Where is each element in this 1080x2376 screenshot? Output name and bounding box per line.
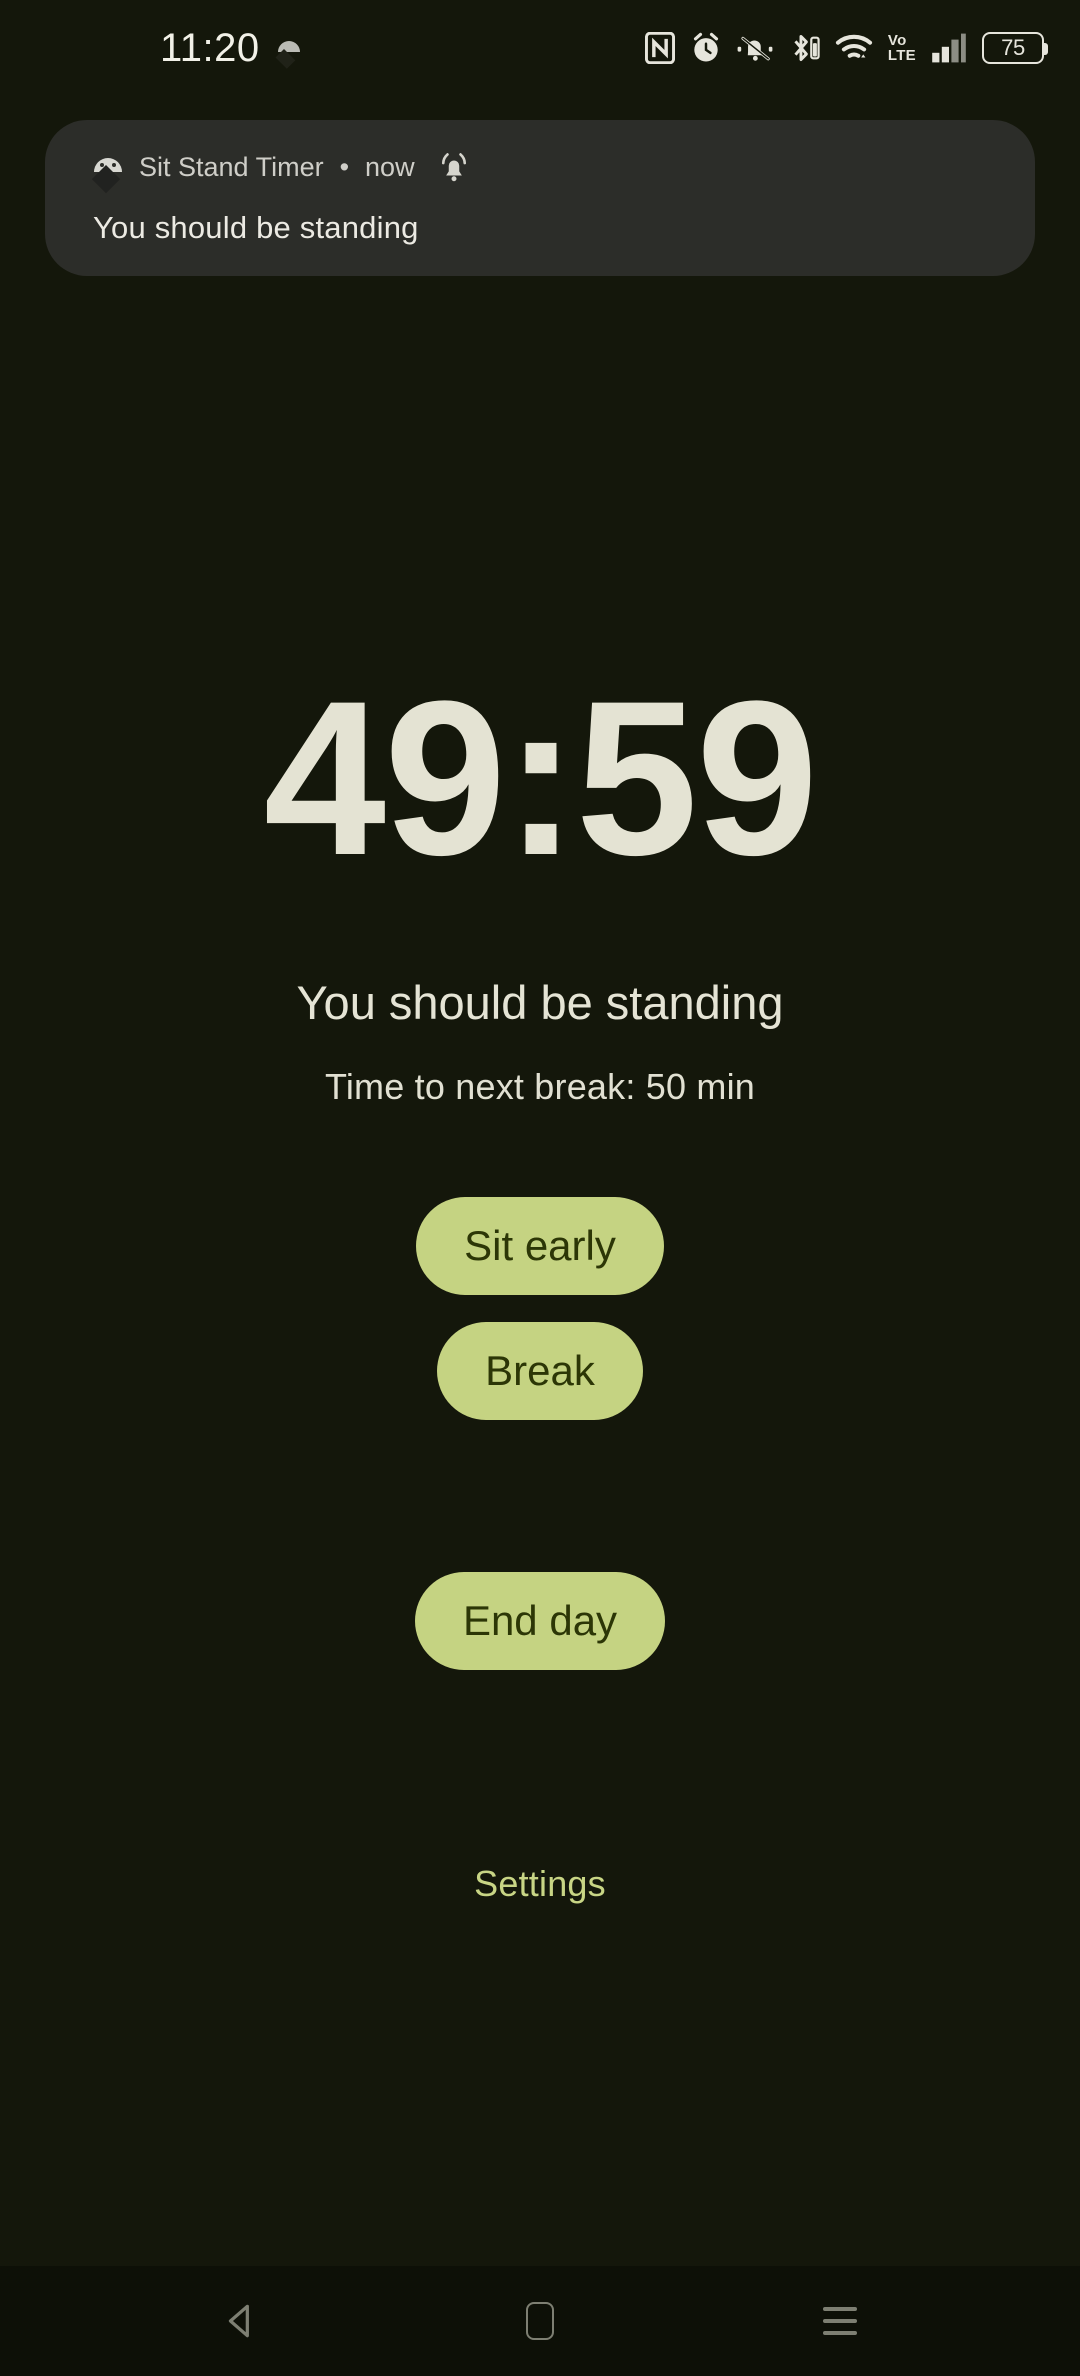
wifi-icon [835, 34, 872, 58]
nav-back-button[interactable] [180, 2266, 300, 2376]
volte-icon: Vo LTE [888, 33, 916, 63]
status-clock: 11:20 [160, 25, 260, 70]
notification-app-name: Sit Stand Timer [139, 151, 324, 182]
notification-time: now [365, 151, 415, 182]
phone-screen: 11:20 Vo LTE 75 Sit Stand Timer • now Yo… [0, 0, 1080, 2376]
break-button[interactable]: Break [437, 1322, 643, 1420]
notification-body-text: You should be standing [93, 210, 419, 245]
status-bar-left: 11:20 [0, 26, 300, 71]
end-day-button[interactable]: End day [414, 1572, 666, 1670]
app-android-icon [91, 152, 123, 194]
bell-ringing-icon [441, 153, 466, 182]
nfc-icon [644, 32, 675, 64]
status-bar: 11:20 Vo LTE 75 [0, 0, 1080, 96]
posture-status-text: You should be standing [296, 976, 784, 1029]
battery-level: 75 [1001, 35, 1025, 60]
bluetooth-battery-icon [794, 35, 820, 61]
home-rect-icon [526, 2302, 554, 2340]
android-head-icon [275, 37, 300, 69]
notification-area: Sit Stand Timer • now You should be stan… [0, 96, 1080, 276]
signal-bars-icon [932, 33, 966, 63]
system-navigation-bar [0, 2266, 1080, 2376]
notification-header: Sit Stand Timer • now [77, 146, 1003, 194]
recents-hamburger-icon [823, 2307, 857, 2335]
nav-home-button[interactable] [480, 2266, 600, 2376]
notification-separator: • [339, 151, 350, 182]
status-bar-right: Vo LTE 75 [644, 25, 1048, 71]
notification-card[interactable]: Sit Stand Timer • now You should be stan… [45, 120, 1035, 276]
next-break-text: Time to next break: 50 min [324, 1066, 756, 1107]
volte-bottom: LTE [887, 47, 916, 64]
battery-icon: 75 [982, 32, 1048, 64]
settings-link[interactable]: Settings [474, 1863, 606, 1905]
countdown-timer: 49:59 [263, 655, 819, 901]
volte-top: Vo [887, 32, 907, 49]
back-triangle-icon [228, 2304, 249, 2338]
alarm-icon [693, 32, 718, 62]
sit-early-button[interactable]: Sit early [416, 1197, 664, 1295]
main-content: 49:59 You should be standing Time to nex… [0, 276, 1080, 2266]
mute-bell-icon [737, 36, 773, 61]
nav-recents-button[interactable] [780, 2266, 900, 2376]
